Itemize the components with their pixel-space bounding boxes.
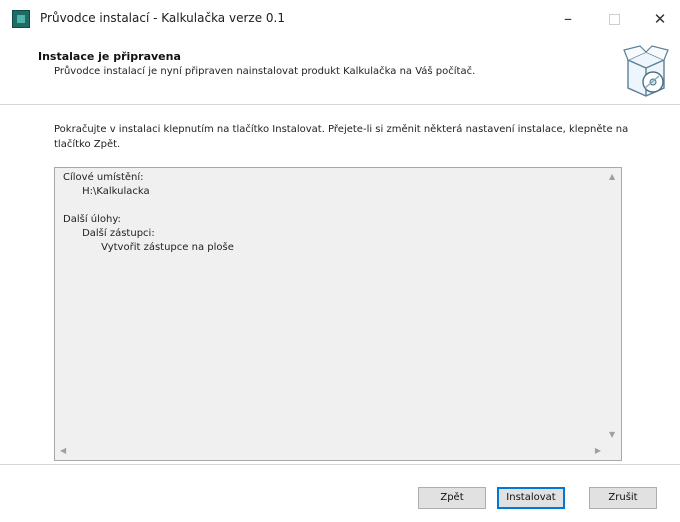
page-subtitle: Průvodce instalací je nyní připraven nai… (54, 66, 476, 77)
summary-line: Cílové umístění: (63, 172, 144, 183)
wizard-header: Instalace je připravena Průvodce instala… (0, 38, 680, 100)
instruction-text: Pokračujte v instalaci klepnutím na tlač… (54, 124, 629, 150)
close-button[interactable]: ✕ (640, 4, 680, 34)
summary-memo[interactable]: Cílové umístění: H:\Kalkulacka Další úlo… (54, 167, 622, 461)
scroll-left-icon[interactable]: ◀ (60, 446, 66, 456)
maximize-icon (608, 14, 620, 25)
install-button[interactable]: Instalovat (497, 487, 565, 509)
scrollbar-corner (604, 443, 621, 460)
window-title: Průvodce instalací - Kalkulačka verze 0.… (40, 11, 285, 25)
scroll-right-icon[interactable]: ▶ (595, 446, 601, 456)
summary-line: Další úlohy: (63, 214, 121, 225)
back-button[interactable]: Zpět (418, 487, 486, 509)
setup-app-icon (12, 10, 30, 28)
summary-line: Vytvořit zástupce na ploše (63, 242, 234, 253)
header-divider (0, 104, 680, 105)
summary-line: H:\Kalkulacka (63, 186, 150, 197)
summary-line: Další zástupci: (63, 228, 155, 239)
page-title: Instalace je připravena (38, 50, 181, 63)
minimize-button[interactable]: – (548, 4, 588, 34)
installer-box-disc-icon (623, 45, 669, 97)
wizard-footer: Zpět Instalovat Zrušit (0, 465, 680, 522)
vertical-scrollbar[interactable]: ▲ ▼ (604, 168, 621, 444)
scroll-up-icon[interactable]: ▲ (609, 172, 615, 182)
summary-text: Cílové umístění: H:\Kalkulacka Další úlo… (63, 171, 234, 255)
cancel-button[interactable]: Zrušit (589, 487, 657, 509)
maximize-button (594, 4, 634, 34)
scroll-down-icon[interactable]: ▼ (609, 430, 615, 440)
title-bar: Průvodce instalací - Kalkulačka verze 0.… (0, 0, 680, 38)
horizontal-scrollbar[interactable]: ◀ ▶ (55, 443, 606, 460)
